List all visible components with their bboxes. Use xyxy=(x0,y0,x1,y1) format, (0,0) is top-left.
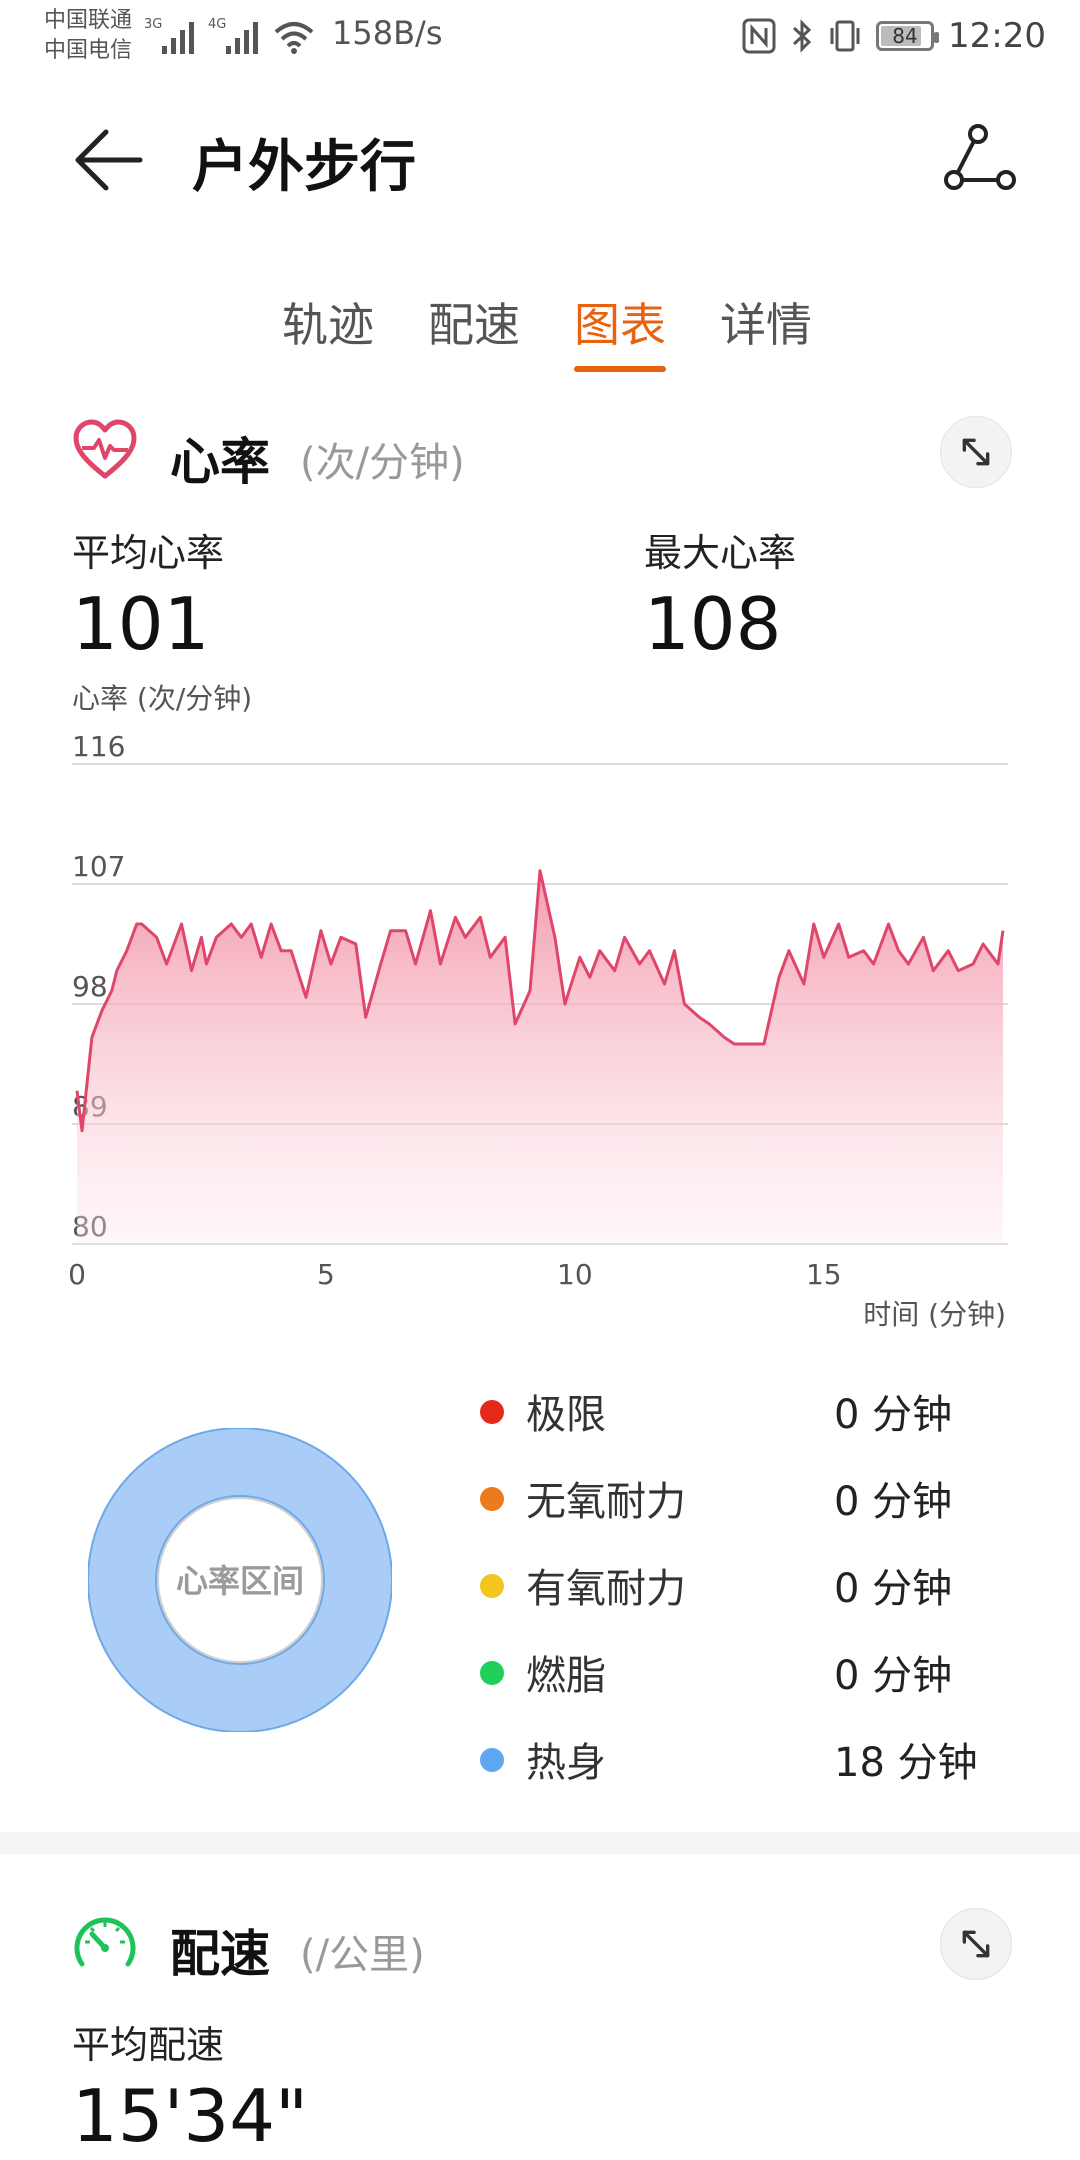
section-divider xyxy=(0,1832,1080,1854)
max-heart-rate-label: 最大心率 xyxy=(644,531,797,575)
zone-value-fat-burn: 0 分钟 xyxy=(834,1653,953,1699)
max-heart-rate-value: 108 xyxy=(644,582,782,666)
pace-card-header: 配速 (/公里) xyxy=(72,1896,1012,1986)
tab-charts[interactable]: 图表 xyxy=(574,290,666,374)
zone-dot-limit xyxy=(480,1400,504,1424)
zone-name-warmup: 热身 xyxy=(526,1740,606,1786)
carrier-labels: 中国联通 中国电信 xyxy=(44,6,132,66)
heart-rate-card-header: 心率 (次/分钟) xyxy=(72,404,1012,494)
heart-rate-zone-donut: 心率区间 xyxy=(88,1428,392,1732)
avg-heart-rate-label: 平均心率 xyxy=(72,531,225,575)
donut-center-label: 心率区间 xyxy=(176,1562,304,1600)
pace-title: 配速 xyxy=(170,1925,270,1983)
bluetooth-icon xyxy=(792,19,812,53)
zone-dot-warmup xyxy=(480,1748,504,1772)
signal-4g-tag: 4G xyxy=(208,17,226,32)
back-arrow-icon[interactable] xyxy=(70,120,150,200)
battery-level: 84 xyxy=(892,24,918,48)
pace-unit: (/公里) xyxy=(300,1932,425,1978)
carrier-1: 中国联通 xyxy=(44,8,133,33)
heart-rate-chart: 心率 (次/分钟) 时间 (分钟) 116107988980051015 xyxy=(0,680,1080,1340)
signal-4g-icon: 4G xyxy=(208,17,258,54)
page-title: 户外步行 xyxy=(192,135,416,200)
app-header: 户外步行 xyxy=(0,100,1080,220)
vibrate-icon xyxy=(830,20,860,52)
zone-dot-aerobic xyxy=(480,1574,504,1598)
zone-dot-anaerobic xyxy=(480,1487,504,1511)
zone-row-anaerobic: 无氧耐力 0 分钟 xyxy=(480,1465,1020,1525)
y-axis-label: 心率 (次/分钟) xyxy=(72,682,252,715)
heart-rate-icon xyxy=(73,419,137,479)
signal-3g-tag: 3G xyxy=(144,17,162,32)
signal-3g-icon: 3G xyxy=(144,17,194,54)
zone-value-warmup: 18 分钟 xyxy=(834,1740,978,1786)
y-tick-label: 107 xyxy=(72,850,125,883)
zone-name-aerobic: 有氧耐力 xyxy=(526,1566,686,1612)
zone-name-anaerobic: 无氧耐力 xyxy=(526,1479,686,1525)
zone-name-fat-burn: 燃脂 xyxy=(526,1653,606,1699)
y-tick-label: 98 xyxy=(72,970,108,1003)
battery-icon: 84 xyxy=(876,21,940,51)
expand-pace-button[interactable] xyxy=(940,1908,1012,1980)
speedometer-icon xyxy=(74,1917,136,1967)
network-speed: 158B/s xyxy=(332,14,443,52)
zone-name-limit: 极限 xyxy=(526,1392,606,1438)
x-axis-label: 时间 (分钟) xyxy=(863,1298,1006,1331)
heart-rate-chart-svg: 心率 (次/分钟) 时间 (分钟) 116107988980051015 xyxy=(68,682,1008,1331)
heart-rate-area xyxy=(77,870,1003,1244)
zone-value-aerobic: 0 分钟 xyxy=(834,1566,953,1612)
zone-row-warmup: 热身 18 分钟 xyxy=(480,1726,1020,1786)
status-right: 84 12:20 xyxy=(742,14,1046,58)
y-tick-label: 116 xyxy=(72,730,125,763)
tab-details[interactable]: 详情 xyxy=(720,290,812,374)
route-share-icon[interactable] xyxy=(940,120,1020,200)
carrier-2: 中国电信 xyxy=(44,38,133,63)
avg-pace-label: 平均配速 xyxy=(72,2023,225,2067)
heart-rate-unit: (次/分钟) xyxy=(300,440,465,486)
zone-row-limit: 极限 0 分钟 xyxy=(480,1378,1020,1438)
clock: 12:20 xyxy=(948,16,1046,56)
wifi-icon xyxy=(274,22,314,54)
zone-row-fat-burn: 燃脂 0 分钟 xyxy=(480,1639,1020,1699)
x-tick-label: 0 xyxy=(68,1258,86,1291)
zone-row-aerobic: 有氧耐力 0 分钟 xyxy=(480,1552,1020,1612)
tab-track[interactable]: 轨迹 xyxy=(282,290,374,374)
x-tick-label: 15 xyxy=(806,1258,842,1291)
tab-pace[interactable]: 配速 xyxy=(428,290,520,374)
heart-rate-title: 心率 xyxy=(170,433,270,491)
nfc-icon xyxy=(742,18,776,54)
avg-heart-rate-value: 101 xyxy=(72,582,210,666)
expand-heart-rate-button[interactable] xyxy=(940,416,1012,488)
zone-dot-fat-burn xyxy=(480,1661,504,1685)
status-bar: 中国联通 中国电信 3G 4G 158B/s 84 12:20 xyxy=(0,0,1080,72)
avg-pace-value: 15'34" xyxy=(72,2074,309,2158)
x-tick-label: 5 xyxy=(317,1258,335,1291)
x-tick-label: 10 xyxy=(557,1258,593,1291)
zone-value-limit: 0 分钟 xyxy=(834,1392,953,1438)
tab-bar: 轨迹 配速 图表 详情 xyxy=(0,290,1080,380)
zone-value-anaerobic: 0 分钟 xyxy=(834,1479,953,1525)
